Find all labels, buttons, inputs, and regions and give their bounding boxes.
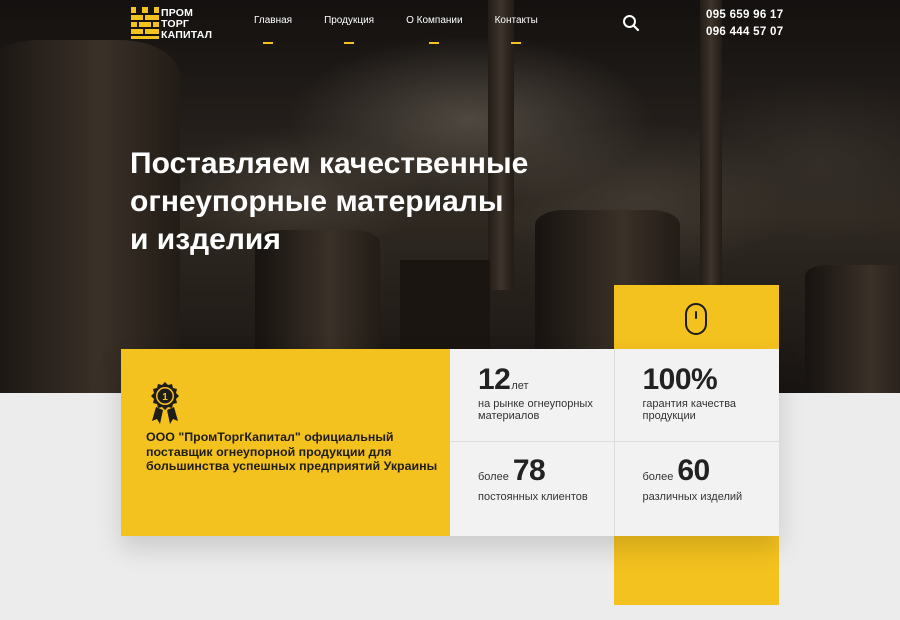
- hero-headline: Поставляем качественные огнеупорные мате…: [130, 145, 610, 259]
- stat-years: 12 лет на рынке огнеупорных материалов: [450, 349, 615, 442]
- stat-clients: более 78 постоянных клиентов: [450, 442, 615, 536]
- stat-description: гарантия качества продукции: [642, 398, 737, 422]
- company-info-block: 1 ООО "ПромТоргКапитал" официальный пост…: [121, 349, 779, 536]
- about-panel: 1 ООО "ПромТоргКапитал" официальный пост…: [121, 349, 450, 536]
- stat-prefix: более: [642, 471, 674, 483]
- nav-underline: [511, 42, 522, 44]
- nav-underline: [263, 42, 273, 44]
- brick-logo-icon: [131, 7, 159, 39]
- stat-value-row: более 78: [478, 454, 546, 488]
- phone-link[interactable]: 096 444 57 07: [706, 24, 783, 41]
- stat-value-row: более 60: [642, 454, 711, 488]
- about-text: ООО "ПромТоргКапитал" официальный постав…: [146, 430, 438, 473]
- logo-text: ПРОМ ТОРГ КАПИТАЛ: [161, 8, 212, 41]
- search-icon[interactable]: [622, 14, 640, 32]
- stat-description: на рынке огнеупорных материалов: [478, 398, 593, 422]
- headline-line: огнеупорные материалы: [130, 185, 504, 218]
- stat-value: 60: [677, 454, 710, 487]
- mouse-scroll-icon[interactable]: [685, 303, 707, 335]
- nav-underline: [344, 42, 355, 44]
- stat-value-row: 100%: [643, 363, 718, 397]
- nav-item-home[interactable]: Главная: [254, 15, 293, 44]
- stat-value: 78: [512, 454, 546, 487]
- nav-item-label: Контакты: [494, 15, 538, 26]
- stats-grid: 12 лет на рынке огнеупорных материалов 1…: [450, 349, 779, 536]
- top-navigation: ПРОМ ТОРГ КАПИТАЛ Главная Продукция О Ко…: [0, 0, 900, 46]
- main-menu: Главная Продукция О Компании Контакты: [254, 15, 570, 44]
- stat-prefix: более: [478, 471, 509, 483]
- logo-line: КАПИТАЛ: [161, 29, 213, 41]
- stat-value-row: 12 лет: [478, 363, 529, 397]
- stat-products: более 60 различных изделий: [615, 442, 780, 536]
- phone-link[interactable]: 095 659 96 17: [706, 7, 783, 24]
- nav-item-products[interactable]: Продукция: [324, 15, 375, 44]
- award-medal-icon: 1: [151, 382, 179, 424]
- stat-unit: лет: [511, 380, 529, 392]
- nav-item-label: О Компании: [406, 15, 463, 26]
- stat-value: 12: [478, 363, 511, 396]
- headline-line: и изделия: [130, 223, 281, 256]
- nav-underline: [429, 42, 440, 44]
- nav-item-label: Продукция: [324, 15, 375, 26]
- stat-description: постоянных клиентов: [478, 491, 588, 503]
- stat-description: различных изделий: [642, 491, 743, 503]
- phone-numbers: 095 659 96 17 096 444 57 07: [706, 7, 783, 41]
- medal-number: 1: [162, 392, 168, 403]
- nav-item-label: Главная: [254, 15, 293, 26]
- nav-item-contacts[interactable]: Контакты: [494, 15, 538, 44]
- site-logo[interactable]: ПРОМ ТОРГ КАПИТАЛ: [131, 7, 221, 41]
- nav-item-about[interactable]: О Компании: [406, 15, 463, 44]
- stat-quality: 100% гарантия качества продукции: [614, 349, 779, 442]
- headline-line: Поставляем качественные: [130, 147, 529, 180]
- stat-value: 100%: [642, 363, 718, 396]
